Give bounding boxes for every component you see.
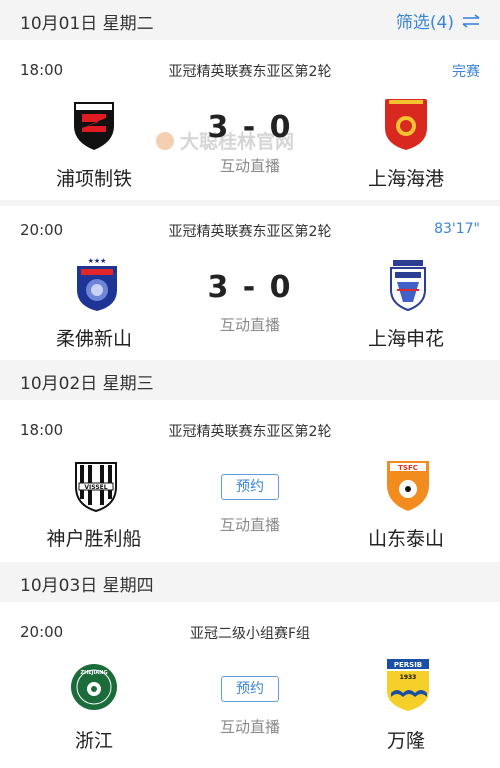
- league-name: 亚冠精英联赛东亚区第2轮: [168, 64, 332, 80]
- date-header-day3: 10月03日 星期四: [0, 562, 500, 602]
- league-name: 亚冠精英联赛东亚区第2轮: [168, 224, 332, 240]
- match-status: 完赛: [452, 64, 480, 80]
- zhejiang-fc-logo: ZHEJIANG: [71, 664, 117, 710]
- league-name: 亚冠精英联赛东亚区第2轮: [168, 424, 332, 440]
- away-team-name: 上海海港: [367, 168, 444, 190]
- filter-label: 筛选(4): [395, 13, 454, 33]
- shanghai-port-logo: [385, 99, 427, 150]
- svg-text:★★★: ★★★: [88, 257, 107, 265]
- date-label: 10月03日 星期四: [20, 576, 154, 596]
- date-label: 10月02日 星期三: [20, 374, 154, 394]
- away-team-name: 山东泰山: [367, 528, 444, 550]
- svg-text:1933: 1933: [400, 674, 417, 681]
- svg-text:TSFC: TSFC: [398, 464, 418, 472]
- shanghai-shenhua-logo: [390, 260, 426, 312]
- filter-sliders-icon: [462, 13, 480, 28]
- date-header-day1: 10月01日 星期二 筛选(4): [0, 0, 500, 40]
- reserve-button[interactable]: 预约: [221, 474, 279, 500]
- date-label: 10月01日 星期二: [20, 14, 154, 34]
- match-card-1[interactable]: 18:00 亚冠精英联赛东亚区第2轮 完赛 大聪桂林官网 3 - 0 浦项制铁 …: [0, 40, 500, 200]
- away-team-name: 万隆: [386, 730, 425, 752]
- shandong-taishan-logo: TSFC: [387, 461, 429, 511]
- away-team-name: 上海申花: [367, 328, 444, 350]
- match-card-3[interactable]: 18:00 亚冠精英联赛东亚区第2轮 VISSEL 预约 TSFC 神户胜利船 …: [0, 400, 500, 560]
- svg-text:VISSEL: VISSEL: [84, 484, 107, 491]
- reserve-button[interactable]: 预约: [221, 676, 279, 702]
- filter-button[interactable]: 筛选(4): [396, 8, 480, 33]
- match-card-4[interactable]: 20:00 亚冠二级小组赛F组 ZHEJIANG 预约 PERSIB 1933 …: [0, 602, 500, 768]
- date-header-day2: 10月02日 星期三: [0, 360, 500, 400]
- persib-bandung-logo: PERSIB 1933: [387, 659, 429, 711]
- match-status: 83'17": [434, 221, 480, 237]
- match-card-2[interactable]: 20:00 亚冠精英联赛东亚区第2轮 83'17" ★★★ 3 - 0 柔佛新山…: [0, 206, 500, 360]
- logo-text: ZHEJIANG: [80, 670, 107, 676]
- vissel-kobe-logo: VISSEL: [75, 462, 117, 513]
- league-name: 亚冠二级小组赛F组: [189, 626, 311, 642]
- svg-text:PERSIB: PERSIB: [394, 661, 422, 669]
